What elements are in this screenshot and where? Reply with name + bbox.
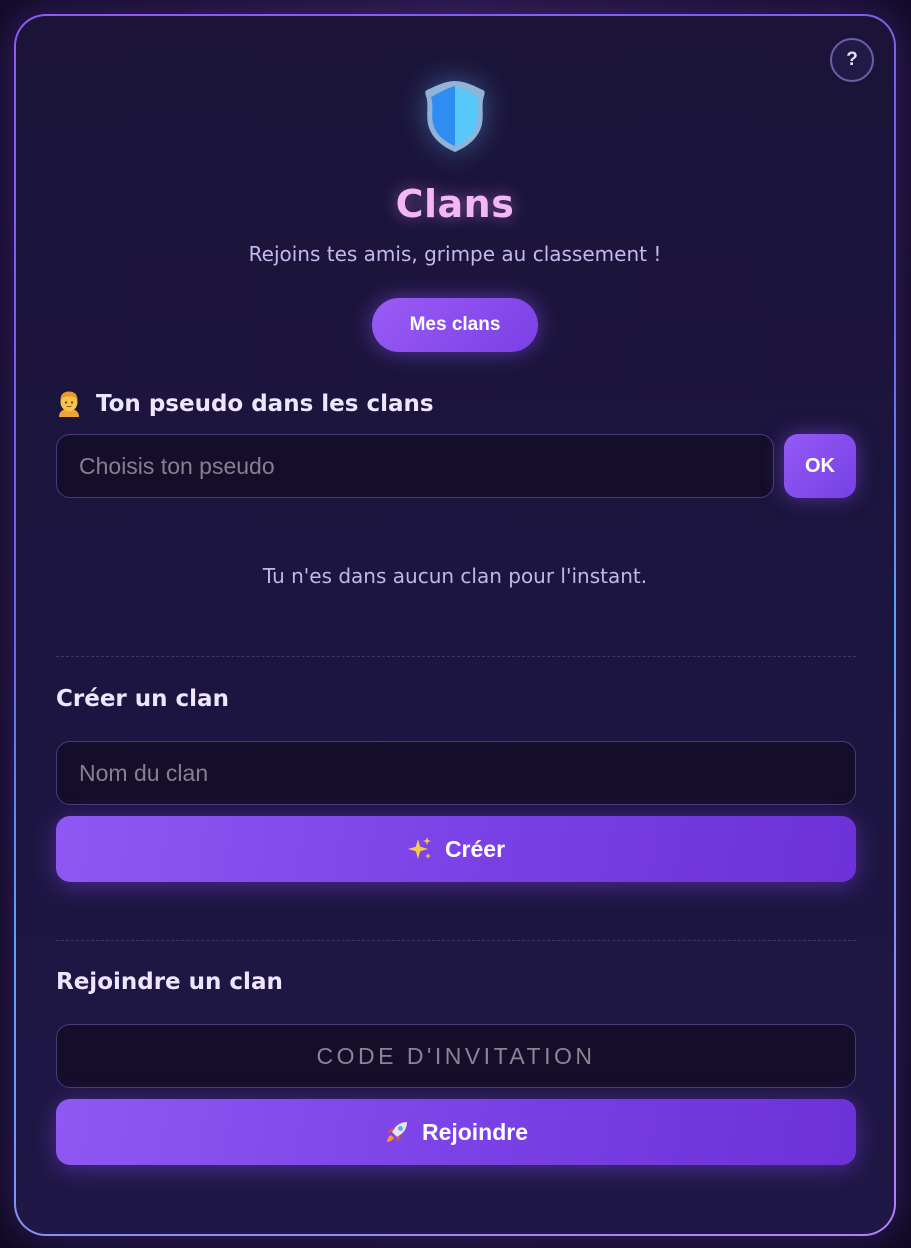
divider <box>56 656 856 657</box>
clans-card: ? Clans Rejoins tes amis, grimpe au clas… <box>16 16 894 1234</box>
invite-code-input[interactable]: CODE D'INVITATION <box>56 1024 856 1088</box>
page-title: Clans <box>395 182 515 226</box>
pseudo-input[interactable]: Choisis ton pseudo <box>56 434 774 498</box>
empty-clans-message: Tu n'es dans aucun clan pour l'instant. <box>262 564 648 588</box>
create-clan-heading: Créer un clan <box>56 686 229 712</box>
pseudo-heading-label: Ton pseudo dans les clans <box>96 391 434 417</box>
person-icon <box>59 391 79 417</box>
clan-name-input[interactable]: Nom du clan <box>56 741 856 805</box>
sparkles-icon <box>407 837 431 859</box>
clans-panel: ? Clans Rejoins tes amis, grimpe au clas… <box>14 14 896 1236</box>
pseudo-heading: Ton pseudo dans les clans <box>56 390 434 418</box>
divider <box>56 940 856 941</box>
create-clan-button[interactable]: Créer <box>56 816 856 882</box>
join-clan-heading: Rejoindre un clan <box>56 969 283 995</box>
my-clans-button[interactable]: Mes clans <box>372 298 538 352</box>
rocket-icon <box>386 1122 407 1142</box>
create-button-label: Créer <box>444 835 506 862</box>
page-subtitle: Rejoins tes amis, grimpe au classement ! <box>248 242 662 266</box>
help-button[interactable]: ? <box>830 38 874 82</box>
ok-button[interactable]: OK <box>784 434 856 498</box>
shield-icon <box>425 81 485 152</box>
join-clan-button[interactable]: Rejoindre <box>56 1099 856 1165</box>
join-button-label: Rejoindre <box>421 1118 529 1145</box>
